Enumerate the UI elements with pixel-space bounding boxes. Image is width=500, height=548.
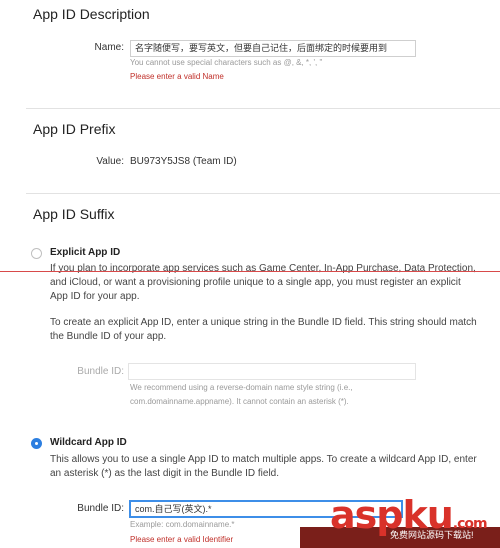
prefix-value-label: Value: bbox=[96, 156, 124, 167]
divider bbox=[26, 193, 500, 194]
wildcard-bundle-label: Bundle ID: bbox=[77, 503, 124, 514]
explicit-title[interactable]: Explicit App ID bbox=[50, 247, 120, 258]
explicit-instructions: To create an explicit App ID, enter a un… bbox=[50, 317, 477, 342]
name-input[interactable]: 名字随便写，要写英文，但要自己记住，后面绑定的时候要用到 bbox=[130, 40, 416, 57]
wildcard-radio[interactable] bbox=[31, 438, 42, 449]
prefix-title: App ID Prefix bbox=[33, 121, 116, 137]
explicit-bundle-hint: We recommend using a reverse-domain name… bbox=[130, 383, 353, 406]
prefix-value: BU973Y5JS8 (Team ID) bbox=[130, 156, 237, 167]
watermark-subtitle: 免费网站源码下载站! bbox=[390, 530, 474, 540]
wildcard-description: This allows you to use a single App ID t… bbox=[50, 454, 477, 479]
explicit-description: If you plan to incorporate app services … bbox=[50, 263, 476, 302]
wildcard-bundle-hint: Example: com.domainname.* bbox=[130, 520, 235, 529]
name-hint: You cannot use special characters such a… bbox=[130, 58, 323, 67]
description-title: App ID Description bbox=[33, 6, 150, 22]
explicit-bundle-input[interactable] bbox=[128, 363, 416, 380]
wildcard-bundle-error: Please enter a valid Identifier bbox=[130, 535, 234, 544]
suffix-title: App ID Suffix bbox=[33, 206, 115, 222]
divider bbox=[26, 108, 500, 109]
name-error: Please enter a valid Name bbox=[130, 72, 224, 81]
name-label: Name: bbox=[94, 42, 124, 53]
red-guide-line bbox=[0, 271, 500, 272]
wildcard-title[interactable]: Wildcard App ID bbox=[50, 437, 127, 448]
explicit-bundle-label: Bundle ID: bbox=[77, 366, 124, 377]
explicit-radio[interactable] bbox=[31, 248, 42, 259]
